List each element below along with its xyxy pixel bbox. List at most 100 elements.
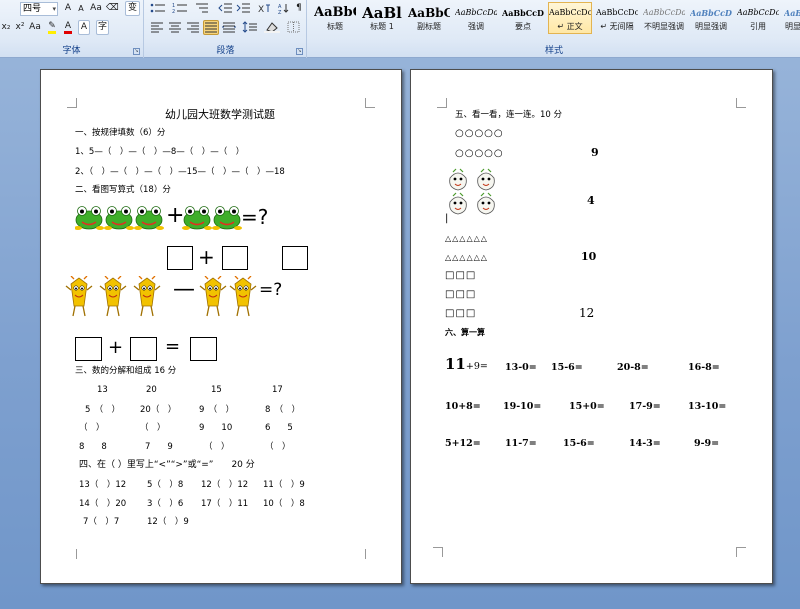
decompose-number: 17 xyxy=(272,385,283,395)
font-color-button[interactable]: A xyxy=(62,20,74,35)
line-spacing-icon[interactable] xyxy=(241,20,259,35)
highlight-color-button[interactable]: ✎ xyxy=(46,20,58,35)
triangles-row: △△△△△△ xyxy=(445,253,488,262)
decompose-cell: 9 （ ） xyxy=(199,405,235,415)
numbering-icon[interactable]: 12 xyxy=(171,1,189,16)
page-title: 幼儿园大班数学测试题 xyxy=(165,108,275,121)
calc-item: 20-8= xyxy=(617,362,649,373)
answer-box[interactable] xyxy=(167,246,193,270)
crop-mark xyxy=(437,98,447,108)
enclose-char-button[interactable]: 字 xyxy=(96,20,109,35)
section-1-heading: 一、按规律填数（6）分 xyxy=(75,128,166,138)
calc-item: 5+12= xyxy=(445,438,481,449)
ribbon: 四号▾ A A Aa ⌫ 变 x₂ x² Aa ✎ A A 字 字体 ↘ 12 xyxy=(0,0,800,58)
section-2-heading: 二、看图写算式（18）分 xyxy=(75,185,171,195)
decompose-cell: 20（ ） xyxy=(140,405,177,415)
answer-box[interactable] xyxy=(190,337,217,361)
calc-item: 17-9= xyxy=(629,401,661,412)
align-right-icon[interactable] xyxy=(185,20,201,35)
style-subtitle[interactable]: AaBbC 副标题 xyxy=(407,2,451,34)
show-marks-icon[interactable]: ¶ xyxy=(293,1,305,16)
style-quote[interactable]: AaBbCcDc 引用 xyxy=(736,2,780,34)
plus-sign: + xyxy=(166,203,185,228)
text-effect-button[interactable]: Aa xyxy=(28,20,42,35)
answer-box[interactable] xyxy=(75,337,102,361)
plus-sign: + xyxy=(108,337,124,358)
compare-item: 13（ ）12 xyxy=(79,480,127,490)
answer-box[interactable] xyxy=(130,337,157,361)
style-subtle-emphasis[interactable]: AaBbCcDd 不明显强调 xyxy=(642,2,686,34)
borders-icon[interactable] xyxy=(285,20,303,35)
match-number: 9 xyxy=(591,146,599,159)
answer-box[interactable] xyxy=(222,246,248,270)
style-no-spacing[interactable]: AaBbCcDc ↵ 无间隔 xyxy=(595,2,639,34)
decompose-cell: （ ） xyxy=(79,423,105,433)
decompose-cell: （ ） xyxy=(204,442,230,452)
style-emphasis[interactable]: AaBbCcDd 强调 xyxy=(454,2,498,34)
decompose-cell: （ ） xyxy=(140,423,166,433)
font-dialog-launcher[interactable]: ↘ xyxy=(133,48,140,55)
superscript-button[interactable]: x² xyxy=(14,20,26,35)
char-shading-button[interactable]: A xyxy=(78,20,90,35)
svg-text:2: 2 xyxy=(172,9,175,14)
calc-item: 16-8= xyxy=(688,362,720,373)
decrease-indent-icon[interactable] xyxy=(217,1,233,16)
answer-box[interactable] xyxy=(282,246,308,270)
crop-mark xyxy=(433,547,443,557)
text-cursor: | xyxy=(445,213,449,224)
decompose-cell: 8 （ ） xyxy=(265,405,301,415)
subscript-button[interactable]: x₂ xyxy=(0,20,12,35)
change-case-button[interactable]: Aa xyxy=(89,1,103,16)
paragraph-dialog-launcher[interactable]: ↘ xyxy=(296,48,303,55)
frog-picture-row xyxy=(75,205,243,231)
align-left-icon[interactable] xyxy=(149,20,165,35)
font-group-label: 字体 xyxy=(62,46,81,56)
calc-item: 19-10= xyxy=(503,401,542,412)
calc-item: 15+0= xyxy=(569,401,605,412)
squares-row: □□□ xyxy=(445,308,477,319)
multilevel-list-icon[interactable] xyxy=(193,1,211,16)
decompose-number: 15 xyxy=(211,385,222,395)
crop-mark xyxy=(67,98,77,108)
style-intense-quote[interactable]: AaBbCcD 明显 xyxy=(783,2,800,34)
distributed-icon[interactable] xyxy=(221,20,237,35)
style-strong[interactable]: AaBbCcD 要点 xyxy=(501,2,545,34)
plus-sign: + xyxy=(198,245,215,269)
compare-item: 7（ ）7 xyxy=(83,517,120,527)
chinese-layout-icon[interactable]: Ⅹ xyxy=(255,1,273,16)
decompose-cell: 9 10 xyxy=(199,423,233,433)
squares-row: □□□ xyxy=(445,270,477,281)
calc-item: 10+8= xyxy=(445,401,481,412)
style-title[interactable]: AaBbC 标题 xyxy=(313,2,357,34)
decompose-number: 20 xyxy=(146,385,157,395)
bullets-icon[interactable] xyxy=(149,1,167,16)
grow-font-button[interactable]: A xyxy=(62,1,74,16)
phonetic-guide-button[interactable]: 变 xyxy=(125,1,140,16)
match-number: 12 xyxy=(579,306,595,320)
style-intense-emphasis[interactable]: AaBbCcDd 明显强调 xyxy=(689,2,733,34)
section-4-heading: 四、在（ ）里写上“<”“>”或“=” 20 分 xyxy=(79,460,255,470)
increase-indent-icon[interactable] xyxy=(235,1,251,16)
clear-format-button[interactable]: ⌫ xyxy=(105,1,119,16)
decompose-cell: 5 （ ） xyxy=(85,405,121,415)
face-pictures xyxy=(449,168,495,215)
align-center-icon[interactable] xyxy=(167,20,183,35)
style-heading-1[interactable]: AaBl 标题 1 xyxy=(360,2,404,34)
crop-mark xyxy=(67,549,77,559)
decompose-cell: 7 9 xyxy=(145,442,173,452)
match-number: 10 xyxy=(581,250,597,263)
shading-icon[interactable] xyxy=(263,20,281,35)
shrink-font-button[interactable]: A xyxy=(75,1,87,16)
justify-icon[interactable] xyxy=(203,20,219,35)
crop-mark xyxy=(736,547,746,557)
decompose-number: 13 xyxy=(97,385,108,395)
sort-icon[interactable]: AZ xyxy=(277,1,291,16)
document-page-1[interactable]: 幼儿园大班数学测试题 一、按规律填数（6）分 1、5—（ ）—（ ）—8—（ ）… xyxy=(40,69,402,584)
style-normal[interactable]: AaBbCcDc ↵ 正文 xyxy=(548,2,592,34)
document-page-2[interactable]: 五、看一看，连一连。10 分 ○○○○○ ○○○○○ 9 | 4 △△△△△△ … xyxy=(410,69,773,584)
match-number: 4 xyxy=(587,194,595,207)
compare-item: 12（ ）9 xyxy=(147,517,189,527)
font-size-select[interactable]: 四号 ▾ xyxy=(20,2,58,16)
font-group: 四号 ▾ A A Aa ⌫ 变 x₂ x² Aa ✎ A A 字 字体 ↘ xyxy=(0,0,144,58)
section-5-heading: 五、看一看，连一连。10 分 xyxy=(455,110,563,120)
